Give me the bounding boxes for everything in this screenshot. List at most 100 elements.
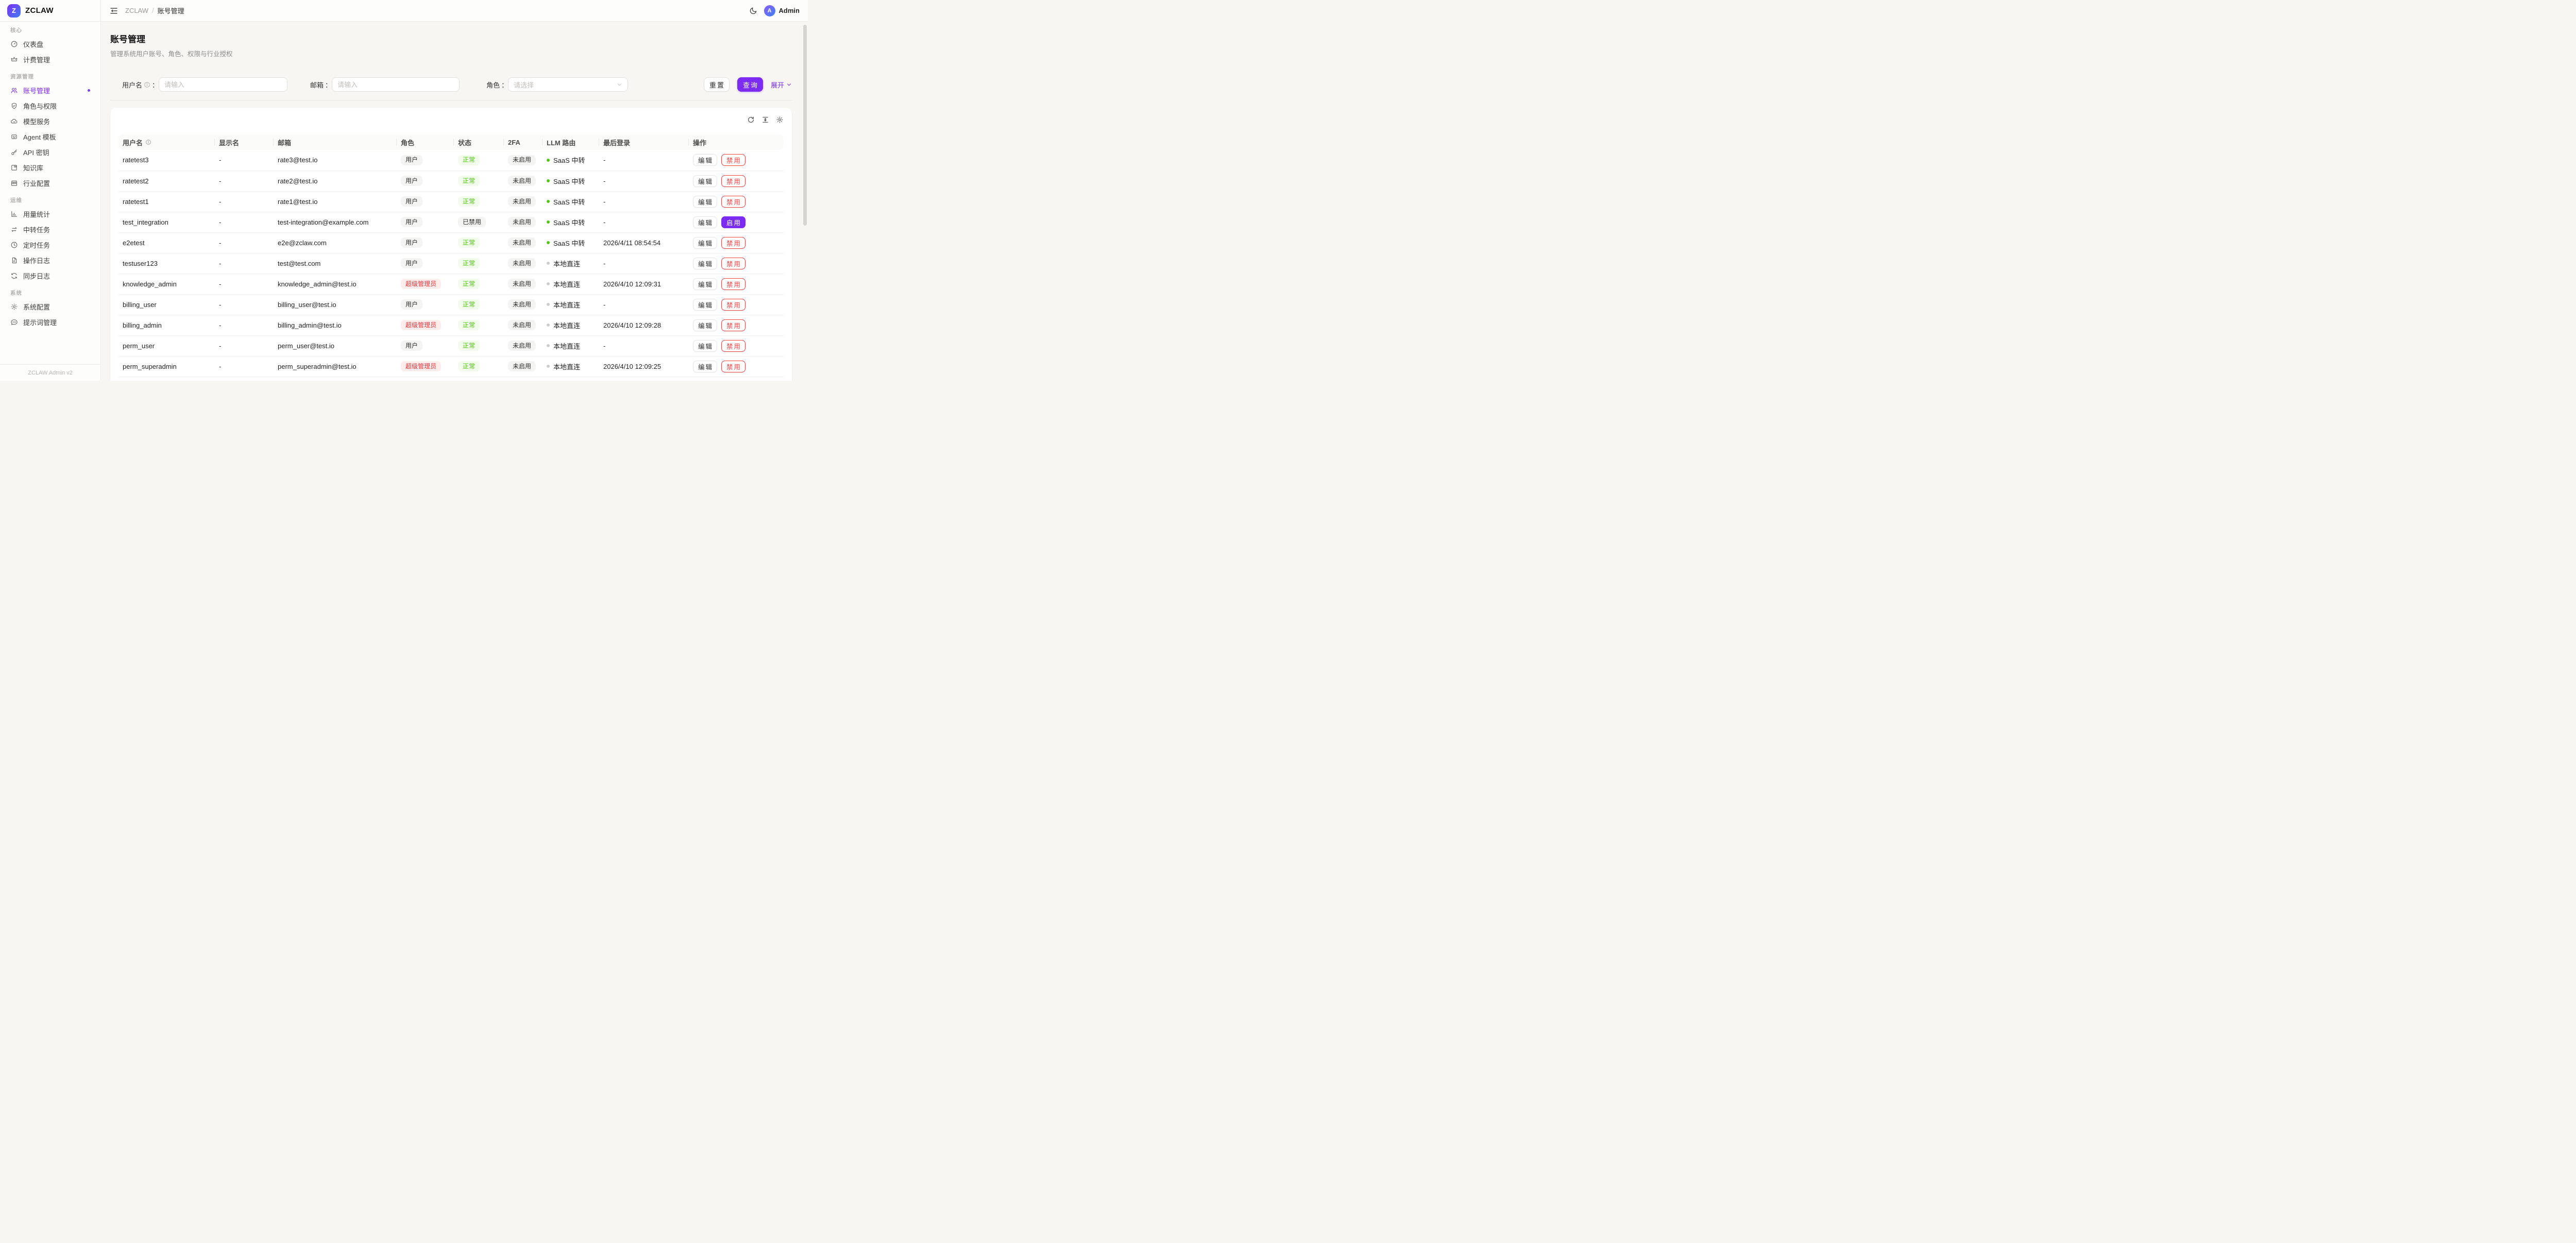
- user-menu[interactable]: A Admin: [764, 5, 800, 16]
- row-actions: 编辑禁用: [693, 340, 779, 352]
- cell-last-login: -: [599, 253, 689, 274]
- role-tag: 超级管理员: [401, 320, 441, 330]
- filter-label: 角色：: [486, 80, 508, 90]
- status-badge: 正常: [458, 361, 480, 371]
- route-label: SaaS 中转: [553, 155, 585, 165]
- cell-email: rate3@test.io: [274, 150, 397, 171]
- cell-display-name: -: [215, 377, 274, 381]
- expand-link[interactable]: 展开: [771, 80, 792, 90]
- cell-role: 超级管理员: [397, 315, 454, 335]
- sidebar-item-dashboard[interactable]: 仪表盘: [5, 36, 95, 52]
- edit-button[interactable]: 编辑: [693, 237, 717, 249]
- page-subtitle: 管理系统用户账号、角色、权限与行业授权: [110, 48, 792, 58]
- sidebar-item-swap[interactable]: 中转任务: [5, 222, 95, 237]
- enable-button[interactable]: 启用: [721, 216, 745, 228]
- cell-role: 用户: [397, 212, 454, 232]
- cell-actions: 编辑禁用: [689, 356, 784, 377]
- sidebar-item-storefront[interactable]: 行业配置: [5, 175, 95, 191]
- search-button[interactable]: 查询: [737, 77, 763, 92]
- sidebar-item-sync[interactable]: 同步日志: [5, 268, 95, 283]
- disable-button[interactable]: 禁用: [721, 196, 745, 208]
- row-actions: 编辑禁用: [693, 361, 779, 372]
- cell-role: 用户: [397, 377, 454, 381]
- app-logo: Z ZCLAW: [0, 0, 100, 22]
- sidebar-item-robot[interactable]: Agent 模板: [5, 129, 95, 144]
- breadcrumb-separator: /: [152, 7, 154, 14]
- edit-button[interactable]: 编辑: [693, 299, 717, 311]
- disable-button[interactable]: 禁用: [721, 258, 745, 269]
- cell-email: perm_superadmin@test.io: [274, 356, 397, 377]
- disable-button[interactable]: 禁用: [721, 361, 745, 372]
- info-icon[interactable]: [145, 139, 151, 145]
- sidebar-item-key[interactable]: API 密钥: [5, 144, 95, 160]
- breadcrumb: ZCLAW / 账号管理: [125, 6, 184, 15]
- sidebar-item-label: Agent 模板: [23, 132, 56, 142]
- route-status-dot: [547, 365, 550, 368]
- row-density-icon[interactable]: [761, 116, 769, 124]
- cell-status: 正常: [454, 274, 504, 294]
- refresh-icon[interactable]: [747, 116, 755, 124]
- cell-actions: 编辑禁用: [689, 150, 784, 171]
- cell-2fa: 未启用: [504, 212, 543, 232]
- status-badge: 已禁用: [458, 217, 486, 227]
- cell-actions: 编辑禁用: [689, 377, 784, 381]
- email-filter-input[interactable]: [332, 77, 460, 92]
- disable-button[interactable]: 禁用: [721, 278, 745, 290]
- scrollbar-thumb[interactable]: [803, 25, 807, 226]
- edit-button[interactable]: 编辑: [693, 258, 717, 269]
- dark-mode-toggle-moon-icon[interactable]: [749, 7, 757, 15]
- cell-actions: 编辑禁用: [689, 171, 784, 191]
- edit-button[interactable]: 编辑: [693, 216, 717, 228]
- cell-status: 正常: [454, 150, 504, 171]
- edit-button[interactable]: 编辑: [693, 175, 717, 187]
- disable-button[interactable]: 禁用: [721, 154, 745, 166]
- status-badge: 正常: [458, 155, 480, 165]
- edit-button[interactable]: 编辑: [693, 361, 717, 372]
- sidebar-item-cloud[interactable]: 模型服务: [5, 113, 95, 129]
- edit-button[interactable]: 编辑: [693, 340, 717, 352]
- help-info-icon[interactable]: [144, 81, 150, 88]
- cell-status: 已禁用: [454, 212, 504, 232]
- breadcrumb-root[interactable]: ZCLAW: [125, 7, 148, 14]
- role-filter-select[interactable]: 请选择: [508, 77, 628, 92]
- sidebar-collapse-icon[interactable]: [109, 6, 118, 15]
- filter-colon: ：: [501, 80, 508, 90]
- reset-button[interactable]: 重置: [704, 77, 730, 92]
- sidebar-item-chart[interactable]: 用量统计: [5, 206, 95, 222]
- edit-button[interactable]: 编辑: [693, 154, 717, 166]
- disable-button[interactable]: 禁用: [721, 237, 745, 249]
- disable-button[interactable]: 禁用: [721, 319, 745, 331]
- edit-button[interactable]: 编辑: [693, 196, 717, 208]
- sidebar: Z ZCLAW 核心仪表盘计费管理资源管理账号管理角色与权限模型服务Agent …: [0, 0, 101, 381]
- column-header: 最后登录: [599, 134, 689, 150]
- route-status-dot: [547, 262, 550, 265]
- sidebar-section-label: 资源管理: [10, 71, 90, 82]
- disable-button[interactable]: 禁用: [721, 299, 745, 311]
- disable-button[interactable]: 禁用: [721, 175, 745, 187]
- sidebar-item-prompt[interactable]: 提示词管理: [5, 314, 95, 330]
- sidebar-item-clock[interactable]: 定时任务: [5, 237, 95, 252]
- twofa-badge: 未启用: [508, 340, 536, 351]
- sidebar-item-users[interactable]: 账号管理: [5, 82, 95, 98]
- column-header-label: LLM 路由: [547, 138, 575, 147]
- column-header-label: 角色: [401, 138, 414, 147]
- sidebar-item-doc[interactable]: 操作日志: [5, 252, 95, 268]
- edit-button[interactable]: 编辑: [693, 278, 717, 290]
- cell-last-login: -: [599, 294, 689, 315]
- cell-llm-route: 本地直连: [543, 315, 599, 335]
- sidebar-item-label: 用量统计: [23, 209, 50, 219]
- sidebar-item-billing[interactable]: 计费管理: [5, 52, 95, 67]
- sidebar-item-shield[interactable]: 角色与权限: [5, 98, 95, 113]
- column-settings-gear-icon[interactable]: [776, 116, 784, 124]
- cell-username: test_integration: [118, 212, 215, 232]
- disable-button[interactable]: 禁用: [721, 340, 745, 352]
- chart-icon: [10, 210, 18, 218]
- table-row: perm_superadmin-perm_superadmin@test.io超…: [118, 356, 784, 377]
- username-filter-input[interactable]: [159, 77, 287, 92]
- sidebar-item-gear[interactable]: 系统配置: [5, 299, 95, 314]
- table-card: 用户名显示名邮箱角色状态2FALLM 路由最后登录操作 ratetest3-ra…: [110, 108, 792, 381]
- sidebar-item-knowledge[interactable]: 知识库: [5, 160, 95, 175]
- route-label: SaaS 中转: [553, 238, 585, 248]
- edit-button[interactable]: 编辑: [693, 319, 717, 331]
- llm-route: 本地直连: [547, 341, 580, 351]
